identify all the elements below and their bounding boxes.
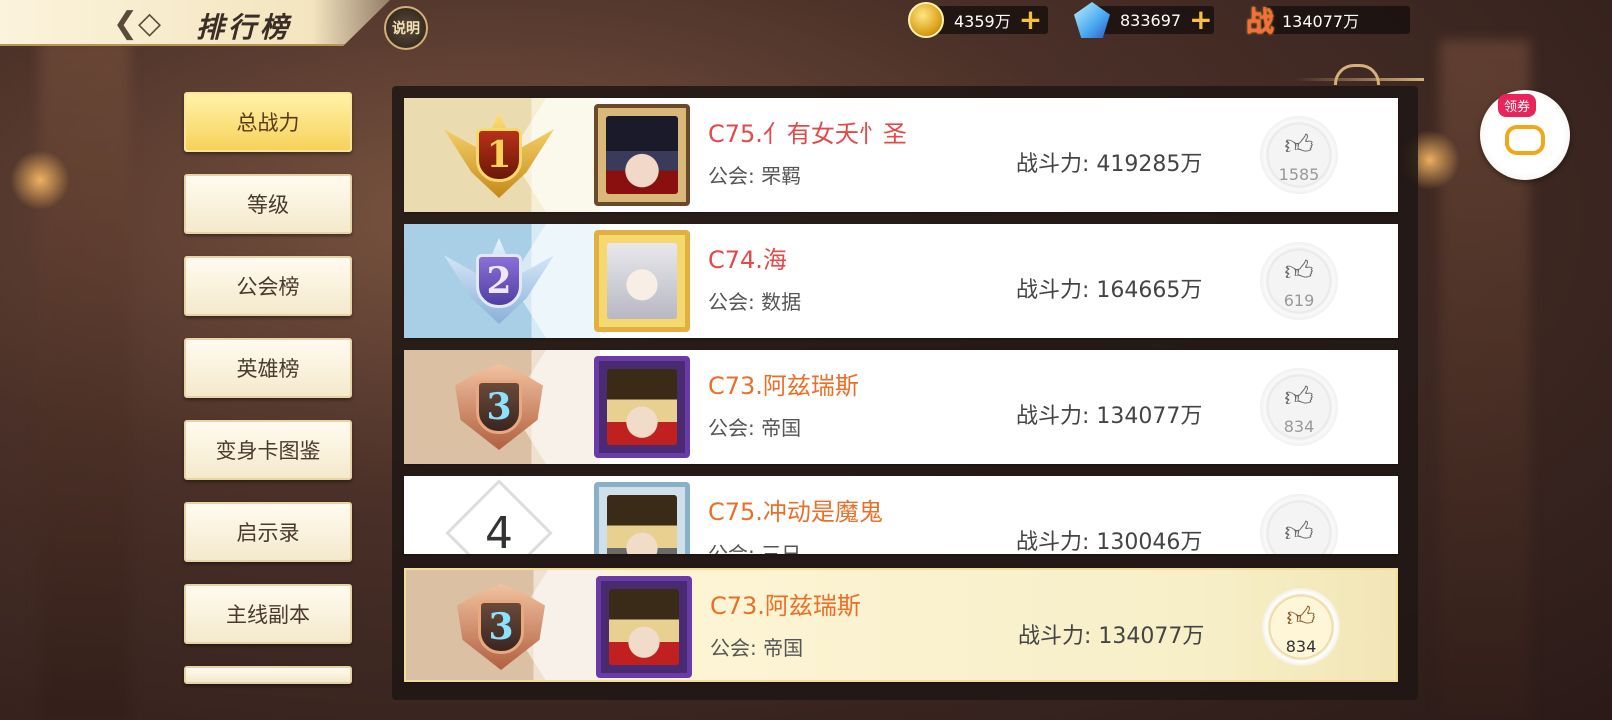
back-arrow-icon[interactable]: ❮◇ bbox=[112, 6, 162, 41]
like-button[interactable]: 👍︎ 1585 bbox=[1260, 116, 1338, 194]
guild-name: 公会: 帝国 bbox=[708, 416, 802, 440]
battle-power: 战斗力: 164665万 bbox=[1016, 278, 1203, 303]
battle-power-resource: 战 134077万 bbox=[1246, 5, 1410, 38]
gold-value: 4359万 bbox=[954, 12, 1011, 31]
battle-power: 战斗力: 130046万 bbox=[1016, 530, 1203, 554]
add-diamond-icon[interactable]: + bbox=[1189, 6, 1212, 34]
battle-power-value: 134077万 bbox=[1282, 12, 1360, 31]
thumbs-up-icon: 👍︎ bbox=[1286, 599, 1316, 633]
like-count: 834 bbox=[1283, 416, 1315, 436]
guild-name: 公会: 帝国 bbox=[710, 636, 804, 660]
like-button[interactable]: 👍︎ bbox=[1260, 494, 1338, 554]
like-count: 834 bbox=[1285, 636, 1317, 656]
menu-item-main-dungeon[interactable]: 主线副本 bbox=[184, 584, 352, 644]
battle-power: 战斗力: 419285万 bbox=[1016, 152, 1203, 177]
player-name: C75.亻有女夭忄圣 bbox=[708, 120, 907, 148]
guild-name: 公会: 罘羁 bbox=[708, 164, 802, 188]
player-name: C74.海 bbox=[708, 246, 787, 274]
my-ranking-row[interactable]: 3 C73.阿兹瑞斯 公会: 帝国 战斗力: 134077万 👍︎ 834 bbox=[404, 568, 1398, 682]
ranking-row[interactable]: 3 C73.阿兹瑞斯 公会: 帝国 战斗力: 134077万 👍︎ 834 bbox=[404, 350, 1398, 464]
like-count: 619 bbox=[1283, 290, 1315, 310]
add-gold-icon[interactable]: + bbox=[1019, 6, 1042, 34]
gold-coin-icon bbox=[908, 2, 944, 38]
page-title: 排行榜 bbox=[196, 11, 293, 44]
avatar[interactable] bbox=[594, 356, 690, 458]
help-button[interactable]: 说明 bbox=[384, 6, 428, 50]
gamepad-icon bbox=[1505, 125, 1545, 155]
like-count: 1585 bbox=[1278, 164, 1320, 184]
category-menu: 总战力 等级 公会榜 英雄榜 变身卡图鉴 启示录 主线副本 bbox=[184, 92, 352, 684]
diamond-icon bbox=[1074, 2, 1110, 38]
thumbs-up-icon: 👍︎ bbox=[1284, 253, 1314, 287]
guild-name: 公会: 三日 bbox=[708, 542, 802, 554]
menu-item-guild[interactable]: 公会榜 bbox=[184, 256, 352, 316]
rank-3-badge-icon: 3 bbox=[444, 364, 554, 450]
title-plate bbox=[0, 0, 390, 46]
ranking-row[interactable]: 2 C74.海 公会: 数据 战斗力: 164665万 👍︎ 619 bbox=[404, 224, 1398, 338]
avatar[interactable] bbox=[594, 230, 690, 332]
rank-1-badge-icon: 1 bbox=[444, 112, 554, 198]
ranking-row[interactable]: 4 C75.冲动是魔鬼 公会: 三日 战斗力: 130046万 👍︎ bbox=[404, 476, 1398, 554]
menu-item-more[interactable] bbox=[184, 666, 352, 684]
menu-item-transform-card[interactable]: 变身卡图鉴 bbox=[184, 420, 352, 480]
guild-name: 公会: 数据 bbox=[708, 290, 802, 314]
avatar[interactable] bbox=[594, 104, 690, 206]
coupon-label: 领券 bbox=[1498, 94, 1537, 117]
menu-item-total-power[interactable]: 总战力 bbox=[184, 92, 352, 152]
thumbs-up-icon: 👍︎ bbox=[1284, 515, 1314, 548]
avatar[interactable] bbox=[596, 576, 692, 678]
player-name: C75.冲动是魔鬼 bbox=[708, 498, 883, 526]
rank-3-badge-icon: 3 bbox=[446, 584, 556, 670]
ornament bbox=[1294, 60, 1424, 100]
diamond-resource: 833697 + bbox=[1074, 2, 1214, 38]
ranking-row[interactable]: 1 C75.亻有女夭忄圣 公会: 罘羁 战斗力: 419285万 👍︎ 1585 bbox=[404, 98, 1398, 212]
thumbs-up-icon: 👍︎ bbox=[1284, 379, 1314, 413]
menu-item-level[interactable]: 等级 bbox=[184, 174, 352, 234]
battle-power: 战斗力: 134077万 bbox=[1016, 404, 1203, 429]
top-bar: ❮◇ 排行榜 说明 4359万 + 833697 + 战 134077万 bbox=[0, 0, 1612, 50]
thumbs-up-icon: 👍︎ bbox=[1284, 127, 1314, 161]
coupon-button[interactable]: 领券 bbox=[1480, 90, 1570, 180]
avatar[interactable] bbox=[594, 482, 690, 554]
rank-2-badge-icon: 2 bbox=[444, 238, 554, 324]
battle-power-icon: 战 bbox=[1246, 5, 1275, 38]
rank-4-badge-icon: 4 bbox=[444, 479, 554, 554]
like-button[interactable]: 👍︎ 834 bbox=[1260, 368, 1338, 446]
gold-resource: 4359万 + bbox=[908, 2, 1048, 38]
menu-item-hero[interactable]: 英雄榜 bbox=[184, 338, 352, 398]
like-button[interactable]: 👍︎ 619 bbox=[1260, 242, 1338, 320]
player-name: C73.阿兹瑞斯 bbox=[708, 372, 859, 400]
like-button[interactable]: 👍︎ 834 bbox=[1262, 588, 1340, 666]
menu-item-apocalypse[interactable]: 启示录 bbox=[184, 502, 352, 562]
diamond-value: 833697 bbox=[1120, 10, 1182, 30]
battle-power: 战斗力: 134077万 bbox=[1018, 624, 1205, 649]
player-name: C73.阿兹瑞斯 bbox=[710, 592, 861, 620]
